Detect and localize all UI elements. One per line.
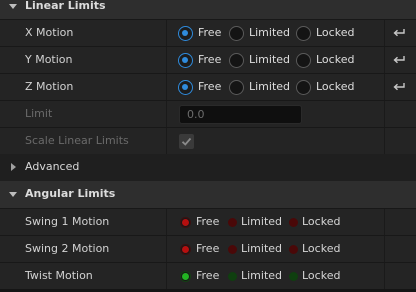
radio-limited[interactable] [229, 26, 244, 41]
section-title: Linear Limits [25, 0, 106, 12]
property-row-swing2-motion: Swing 2 Motion Free Limited Locked [0, 235, 416, 262]
details-panel: Linear Limits X Motion Free Limited Lock… [0, 0, 416, 292]
radio-free-label[interactable]: Free [196, 242, 219, 255]
column-splitter [384, 20, 385, 46]
radio-free-label[interactable]: Free [198, 26, 221, 39]
radio-limited[interactable] [228, 245, 237, 254]
column-splitter[interactable] [166, 263, 167, 289]
reset-arrow-icon[interactable] [392, 81, 406, 93]
category-advanced[interactable]: Advanced [0, 154, 416, 181]
radio-free[interactable] [181, 218, 190, 227]
radio-limited-label[interactable]: Limited [241, 242, 282, 255]
radio-free[interactable] [181, 272, 190, 281]
radio-locked-label[interactable]: Locked [316, 53, 354, 66]
property-row-twist-motion: Twist Motion Free Limited Locked [0, 262, 416, 289]
column-splitter[interactable] [166, 20, 167, 46]
property-row-scale-linear-limits: Scale Linear Limits [0, 127, 416, 154]
radio-locked[interactable] [289, 245, 298, 254]
radio-free[interactable] [178, 26, 193, 41]
radio-locked[interactable] [289, 272, 298, 281]
chevron-down-icon[interactable] [9, 4, 17, 9]
radio-locked[interactable] [289, 218, 298, 227]
radio-locked[interactable] [296, 80, 311, 95]
property-row-x-motion: X Motion Free Limited Locked [0, 19, 416, 46]
column-splitter [384, 101, 385, 127]
column-splitter [384, 47, 385, 73]
column-splitter[interactable] [166, 101, 167, 127]
category-title: Advanced [25, 160, 80, 173]
radio-locked-label[interactable]: Locked [316, 80, 354, 93]
radio-locked-label[interactable]: Locked [302, 242, 340, 255]
column-splitter [384, 74, 385, 100]
property-label: X Motion [25, 26, 74, 39]
property-label: Z Motion [25, 80, 74, 93]
radio-limited-label[interactable]: Limited [249, 26, 290, 39]
property-label: Swing 1 Motion [25, 215, 110, 228]
radio-locked-label[interactable]: Locked [302, 269, 340, 282]
radio-free-label[interactable]: Free [196, 269, 219, 282]
scale-linear-limits-checkbox[interactable] [179, 134, 194, 149]
section-header-angular-limits[interactable]: Angular Limits [0, 181, 416, 208]
property-row-y-motion: Y Motion Free Limited Locked [0, 46, 416, 73]
property-label: Limit [25, 107, 53, 120]
radio-free[interactable] [178, 53, 193, 68]
chevron-right-icon[interactable] [11, 163, 16, 171]
radio-locked[interactable] [296, 53, 311, 68]
radio-free[interactable] [181, 245, 190, 254]
radio-locked[interactable] [296, 26, 311, 41]
chevron-down-icon[interactable] [9, 192, 17, 197]
radio-limited-label[interactable]: Limited [249, 80, 290, 93]
column-splitter[interactable] [166, 209, 167, 235]
radio-limited[interactable] [229, 53, 244, 68]
property-label: Twist Motion [25, 269, 93, 282]
property-row-limit: Limit 0.0 [0, 100, 416, 127]
column-splitter[interactable] [166, 47, 167, 73]
check-icon [181, 137, 192, 146]
column-splitter[interactable] [166, 236, 167, 262]
column-splitter [384, 209, 385, 235]
radio-limited-label[interactable]: Limited [241, 269, 282, 282]
column-splitter[interactable] [166, 128, 167, 154]
radio-limited[interactable] [229, 80, 244, 95]
column-splitter[interactable] [166, 74, 167, 100]
radio-free-label[interactable]: Free [196, 215, 219, 228]
property-label: Y Motion [25, 53, 73, 66]
column-splitter [384, 128, 385, 154]
radio-free-label[interactable]: Free [198, 80, 221, 93]
property-row-z-motion: Z Motion Free Limited Locked [0, 73, 416, 100]
radio-free[interactable] [178, 80, 193, 95]
radio-limited-label[interactable]: Limited [241, 215, 282, 228]
section-title: Angular Limits [25, 187, 116, 200]
radio-free-label[interactable]: Free [198, 53, 221, 66]
limit-input[interactable]: 0.0 [179, 105, 302, 124]
reset-arrow-icon[interactable] [392, 54, 406, 66]
property-label: Scale Linear Limits [25, 134, 129, 147]
column-splitter [384, 263, 385, 289]
radio-limited[interactable] [228, 218, 237, 227]
property-row-swing1-motion: Swing 1 Motion Free Limited Locked [0, 208, 416, 235]
property-label: Swing 2 Motion [25, 242, 110, 255]
radio-locked-label[interactable]: Locked [302, 215, 340, 228]
radio-locked-label[interactable]: Locked [316, 26, 354, 39]
column-splitter [384, 236, 385, 262]
radio-limited[interactable] [228, 272, 237, 281]
section-header-linear-limits[interactable]: Linear Limits [0, 0, 416, 20]
radio-limited-label[interactable]: Limited [249, 53, 290, 66]
limit-value: 0.0 [187, 108, 205, 121]
reset-arrow-icon[interactable] [392, 27, 406, 39]
